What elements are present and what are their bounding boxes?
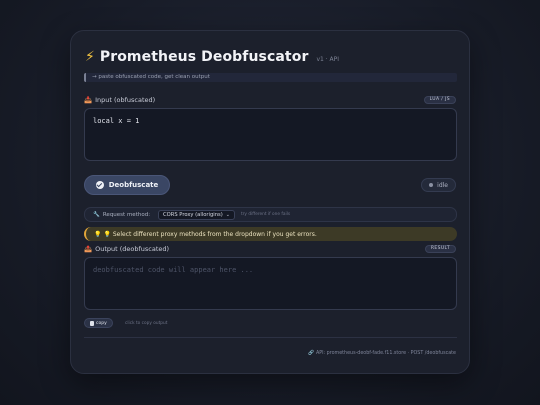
lightning-icon: ⚡ xyxy=(85,49,95,65)
inbox-icon: 📥 xyxy=(84,96,93,104)
input-section-label: 📥 Input (obfuscated) xyxy=(84,96,155,104)
method-note: try different if one fails xyxy=(240,212,291,217)
status-dot-icon xyxy=(429,183,434,187)
api-footer: 🔗 API: prometheus-deobf-fade.f11.store ·… xyxy=(308,351,456,356)
input-textarea[interactable]: local x = 1 xyxy=(84,108,457,161)
output-textarea[interactable] xyxy=(84,257,457,310)
request-method-label: Request method: xyxy=(102,211,151,218)
deobfuscator-card: ⚡ Prometheus Deobfuscator v1 · API → pas… xyxy=(70,30,470,374)
chevron-down-icon: ⌄ xyxy=(225,211,230,218)
page-title: Prometheus Deobfuscator xyxy=(99,49,309,65)
status-text: idle xyxy=(437,181,448,189)
wrench-icon: 🔧 xyxy=(93,211,100,218)
copy-note: click to copy output xyxy=(125,321,168,326)
copy-label: copy xyxy=(96,320,107,326)
input-label: Input (obfuscated) xyxy=(95,96,156,104)
deobfuscate-button[interactable]: Deobfuscate xyxy=(84,175,170,195)
clipboard-icon xyxy=(90,320,94,326)
hint-bar: → paste obfuscated code, get clean outpu… xyxy=(84,73,457,82)
copy-button[interactable]: copy xyxy=(84,318,113,328)
language-badge: LUA / JS xyxy=(423,96,456,104)
outbox-icon: 📤 xyxy=(84,245,93,253)
api-endpoint-text: API: prometheus-deobf-fade.f11.store · P… xyxy=(315,351,456,356)
request-method-row: 🔧 Request method: CORS Proxy (allorigins… xyxy=(84,207,457,222)
proxy-warning: 💡 💡 Select different proxy methods from … xyxy=(84,227,457,241)
warning-text: 💡 Select different proxy methods from th… xyxy=(103,230,317,238)
check-circle-icon xyxy=(95,181,104,189)
proxy-method-value: CORS Proxy (allorigins) xyxy=(163,211,223,218)
proxy-method-select[interactable]: CORS Proxy (allorigins) ⌄ xyxy=(158,209,235,220)
version-label: v1 · API xyxy=(316,56,340,63)
output-section-label: 📤 Output (deobfuscated) xyxy=(84,245,169,253)
result-badge: RESULT xyxy=(424,245,456,253)
footer-divider xyxy=(84,337,457,338)
lightbulb-icon: 💡 xyxy=(94,230,102,238)
header: ⚡ Prometheus Deobfuscator v1 · API xyxy=(85,49,339,65)
deobfuscate-label: Deobfuscate xyxy=(108,181,159,189)
output-label: Output (deobfuscated) xyxy=(95,245,170,253)
link-icon: 🔗 xyxy=(307,351,314,356)
status-badge: idle xyxy=(421,178,456,192)
